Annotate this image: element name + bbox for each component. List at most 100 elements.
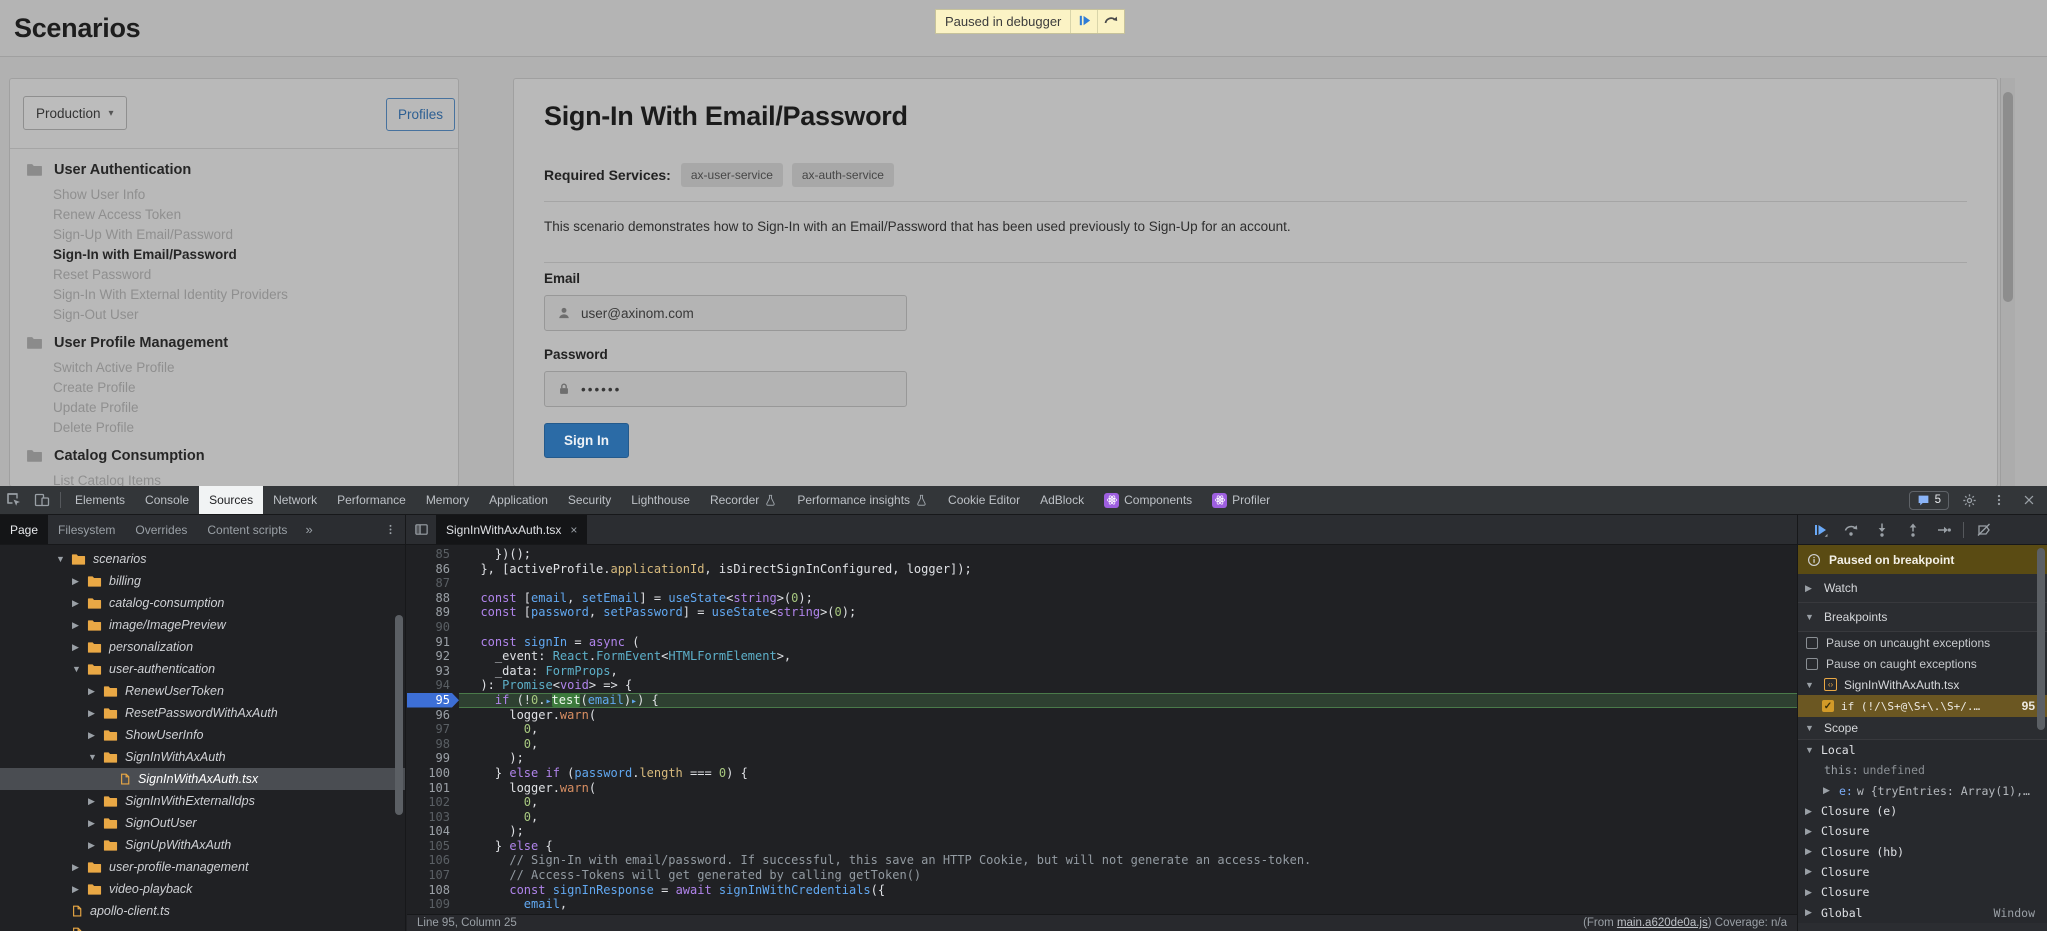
scope-group-local[interactable]: ▼Local xyxy=(1798,740,2047,760)
chevron-right-icon[interactable]: ▶ xyxy=(72,884,87,895)
sidebar-item-show-user-info[interactable]: Show User Info xyxy=(26,184,452,204)
chevron-right-icon[interactable]: ▶ xyxy=(88,796,103,807)
devtools-tab-performance-insights[interactable]: Performance insights xyxy=(787,486,938,514)
breakpoint-checkbox[interactable]: ✓ xyxy=(1822,700,1834,712)
tree-item-catalog-consumption[interactable]: ▶catalog-consumption xyxy=(0,592,405,614)
sidebar-item-sign-in-with-external-identity-providers[interactable]: Sign-In With External Identity Providers xyxy=(26,284,452,304)
resume-script-button[interactable] xyxy=(1804,515,1835,544)
step-into-button[interactable] xyxy=(1866,515,1897,544)
chevron-right-icon[interactable]: ▶ xyxy=(88,730,103,741)
kebab-menu-icon[interactable] xyxy=(1985,493,2013,507)
tree-item-user-authentication[interactable]: ▼user-authentication xyxy=(0,658,405,680)
settings-gear-icon[interactable] xyxy=(1955,493,1983,508)
chevron-right-icon[interactable]: ▶ xyxy=(88,818,103,829)
devtools-tab-components[interactable]: Components xyxy=(1094,486,1202,514)
devtools-tab-adblock[interactable]: AdBlock xyxy=(1030,486,1094,514)
sidebar-item-reset-password[interactable]: Reset Password xyxy=(26,264,452,284)
tree-item-apollo-client-ts[interactable]: apollo-client.ts xyxy=(0,900,405,922)
line-number-90[interactable]: 90 xyxy=(407,620,459,635)
chevron-down-icon[interactable]: ▼ xyxy=(88,752,103,762)
devtools-tab-elements[interactable]: Elements xyxy=(65,486,135,514)
sidebar-item-delete-profile[interactable]: Delete Profile xyxy=(26,417,452,437)
line-number-106[interactable]: 106 xyxy=(407,853,459,868)
sidebar-item-renew-access-token[interactable]: Renew Access Token xyxy=(26,204,452,224)
line-number-103[interactable]: 103 xyxy=(407,810,459,825)
scope-group-closure[interactable]: ▶Closure xyxy=(1798,862,2047,882)
step-button[interactable] xyxy=(1928,515,1959,544)
watch-section-header[interactable]: ▶ Watch xyxy=(1798,574,2047,603)
devtools-tab-memory[interactable]: Memory xyxy=(416,486,479,514)
step-out-button[interactable] xyxy=(1897,515,1928,544)
chevron-down-icon[interactable]: ▼ xyxy=(72,664,87,674)
devtools-tab-security[interactable]: Security xyxy=(558,486,621,514)
deactivate-breakpoints-button[interactable] xyxy=(1968,515,1999,544)
line-number-85[interactable]: 85 xyxy=(407,547,459,562)
chevron-right-icon[interactable]: ▶ xyxy=(88,708,103,719)
devtools-tab-lighthouse[interactable]: Lighthouse xyxy=(621,486,700,514)
checkbox[interactable] xyxy=(1806,658,1818,670)
line-number-108[interactable]: 108 xyxy=(407,883,459,898)
tree-item-resetpasswordwithaxauth[interactable]: ▶ResetPasswordWithAxAuth xyxy=(0,702,405,724)
tree-item-video-playback[interactable]: ▶video-playback xyxy=(0,878,405,900)
line-number-95[interactable]: 95 xyxy=(407,693,459,708)
line-number-98[interactable]: 98 xyxy=(407,737,459,752)
option-pause-on-uncaught-exceptions[interactable]: Pause on uncaught exceptions xyxy=(1798,632,2047,653)
line-number-86[interactable]: 86 xyxy=(407,562,459,577)
scope-group-closure-e[interactable]: ▶Closure (e) xyxy=(1798,801,2047,821)
sidebar-item-sign-up-with-email-password[interactable]: Sign-Up With Email/Password xyxy=(26,224,452,244)
tree-item-personalization[interactable]: ▶personalization xyxy=(0,636,405,658)
scope-group-closure[interactable]: ▶Closure xyxy=(1798,882,2047,902)
line-number-89[interactable]: 89 xyxy=(407,605,459,620)
debugger-scrollbar[interactable] xyxy=(2037,548,2045,730)
devtools-tab-network[interactable]: Network xyxy=(263,486,327,514)
call-stack-section-header[interactable]: ▼ Call Stack xyxy=(1798,923,2047,931)
line-number-109[interactable]: 109 xyxy=(407,897,459,912)
navigator-tab-filesystem[interactable]: Filesystem xyxy=(48,515,125,544)
scope-var-e[interactable]: ▶e:w {tryEntries: Array(1), p xyxy=(1798,781,2047,801)
checkbox[interactable] xyxy=(1806,637,1818,649)
option-pause-on-caught-exceptions[interactable]: Pause on caught exceptions xyxy=(1798,653,2047,674)
breakpoint-entry[interactable]: ✓ if (!/\S+@\S+\.\S+/.… 95 xyxy=(1798,695,2047,717)
tree-scrollbar[interactable] xyxy=(395,615,403,815)
chevron-right-icon[interactable]: ▶ xyxy=(72,862,87,873)
sign-in-button[interactable]: Sign In xyxy=(544,423,629,458)
device-toolbar-icon[interactable] xyxy=(28,486,56,514)
devtools-tab-performance[interactable]: Performance xyxy=(327,486,416,514)
tree-item-renewusertoken[interactable]: ▶RenewUserToken xyxy=(0,680,405,702)
scope-section-header[interactable]: ▼ Scope xyxy=(1798,717,2047,740)
environment-dropdown[interactable]: Production ▾ xyxy=(23,96,127,130)
close-tab-icon[interactable]: × xyxy=(570,523,577,537)
navigator-tab-overrides[interactable]: Overrides xyxy=(125,515,197,544)
chevron-right-icon[interactable]: ▶ xyxy=(88,840,103,851)
line-number-93[interactable]: 93 xyxy=(407,664,459,679)
line-number-94[interactable]: 94 xyxy=(407,678,459,693)
file-tab-signinwithaxauth[interactable]: SignInWithAxAuth.tsx × xyxy=(436,515,587,544)
scope-group-closure-hb[interactable]: ▶Closure (hb) xyxy=(1798,841,2047,861)
line-number-99[interactable]: 99 xyxy=(407,751,459,766)
scope-group-global[interactable]: ▶GlobalWindow xyxy=(1798,902,2047,922)
tree-item-showuserinfo[interactable]: ▶ShowUserInfo xyxy=(0,724,405,746)
toggle-navigator-icon[interactable] xyxy=(406,515,436,544)
step-over-button[interactable] xyxy=(1835,515,1866,544)
line-number-102[interactable]: 102 xyxy=(407,795,459,810)
line-number-105[interactable]: 105 xyxy=(407,839,459,854)
chevron-right-icon[interactable]: ▶ xyxy=(88,686,103,697)
line-number-91[interactable]: 91 xyxy=(407,635,459,650)
devtools-tab-console[interactable]: Console xyxy=(135,486,199,514)
chevron-right-icon[interactable]: ▶ xyxy=(72,620,87,631)
step-over-badge-button[interactable] xyxy=(1097,10,1124,33)
tree-item-signinwithaxauth[interactable]: ▼SignInWithAxAuth xyxy=(0,746,405,768)
line-number-87[interactable]: 87 xyxy=(407,576,459,591)
tree-item-billing[interactable]: ▶billing xyxy=(0,570,405,592)
sidebar-item-switch-active-profile[interactable]: Switch Active Profile xyxy=(26,357,452,377)
devtools-tab-cookie-editor[interactable]: Cookie Editor xyxy=(938,486,1030,514)
chevron-down-icon[interactable]: ▼ xyxy=(56,554,71,564)
tree-item-user-profile-management[interactable]: ▶user-profile-management xyxy=(0,856,405,878)
profiles-button[interactable]: Profiles xyxy=(386,98,455,131)
sidebar-item-create-profile[interactable]: Create Profile xyxy=(26,377,452,397)
scope-group-closure[interactable]: ▶Closure xyxy=(1798,821,2047,841)
devtools-tab-recorder[interactable]: Recorder xyxy=(700,486,787,514)
chevron-right-icon[interactable]: ▶ xyxy=(72,642,87,653)
line-number-100[interactable]: 100 xyxy=(407,766,459,781)
breakpoint-file-group[interactable]: ▼ ‹› SignInWithAxAuth.tsx xyxy=(1798,674,2047,695)
